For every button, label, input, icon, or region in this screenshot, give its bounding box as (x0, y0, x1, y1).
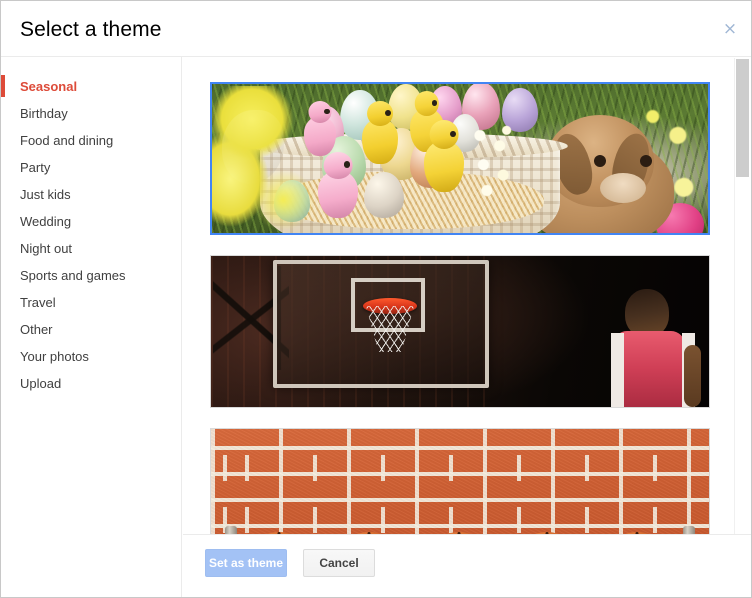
sidebar-item-upload[interactable]: Upload (1, 370, 181, 397)
theme-thumbnail-basketballs-brick-wall[interactable] (210, 428, 710, 534)
content-scrollbar[interactable] (734, 58, 750, 534)
dialog-footer: Set as theme Cancel (183, 534, 751, 597)
sidebar-item-label: Travel (20, 295, 56, 310)
theme-list-scroll-area (183, 57, 751, 534)
sidebar-item-label: Your photos (20, 349, 89, 364)
theme-image-basketball-hoop (211, 256, 709, 407)
sidebar-item-label: Upload (20, 376, 62, 391)
sidebar-item-wedding[interactable]: Wedding (1, 208, 181, 235)
close-icon[interactable]: × (719, 19, 741, 41)
sidebar-item-seasonal[interactable]: Seasonal (1, 73, 181, 100)
sidebar-item-label: Night out (20, 241, 73, 256)
page-title: Select a theme (20, 18, 162, 41)
sidebar-item-label: Party (20, 160, 51, 175)
set-as-theme-button[interactable]: Set as theme (205, 549, 287, 577)
sidebar-item-party[interactable]: Party (1, 154, 181, 181)
sidebar-item-sports-and-games[interactable]: Sports and games (1, 262, 181, 289)
theme-thumbnail-basketball-hoop[interactable] (210, 255, 710, 408)
sidebar-item-just-kids[interactable]: Just kids (1, 181, 181, 208)
theme-image-easter (212, 84, 708, 233)
sidebar-item-label: Just kids (20, 187, 71, 202)
category-sidebar: Seasonal Birthday Food and dining Party … (1, 57, 182, 597)
sidebar-item-food-and-dining[interactable]: Food and dining (1, 127, 181, 154)
sidebar-item-label: Food and dining (20, 133, 114, 148)
sidebar-item-travel[interactable]: Travel (1, 289, 181, 316)
sidebar-item-label: Seasonal (20, 79, 78, 94)
theme-image-basketballs (211, 429, 709, 534)
sidebar-item-your-photos[interactable]: Your photos (1, 343, 181, 370)
dialog-header: Select a theme × (1, 1, 751, 57)
select-theme-dialog: Select a theme × Seasonal Birthday Food … (0, 0, 752, 598)
sidebar-item-other[interactable]: Other (1, 316, 181, 343)
sidebar-item-label: Sports and games (20, 268, 126, 283)
sidebar-item-label: Wedding (20, 214, 72, 229)
sidebar-item-birthday[interactable]: Birthday (1, 100, 181, 127)
sidebar-item-night-out[interactable]: Night out (1, 235, 181, 262)
sidebar-item-label: Other (20, 322, 53, 337)
scrollbar-thumb[interactable] (736, 59, 749, 177)
theme-thumbnail-easter-basket-rabbit[interactable] (210, 82, 710, 235)
cancel-button[interactable]: Cancel (303, 549, 375, 577)
sidebar-item-label: Birthday (20, 106, 68, 121)
